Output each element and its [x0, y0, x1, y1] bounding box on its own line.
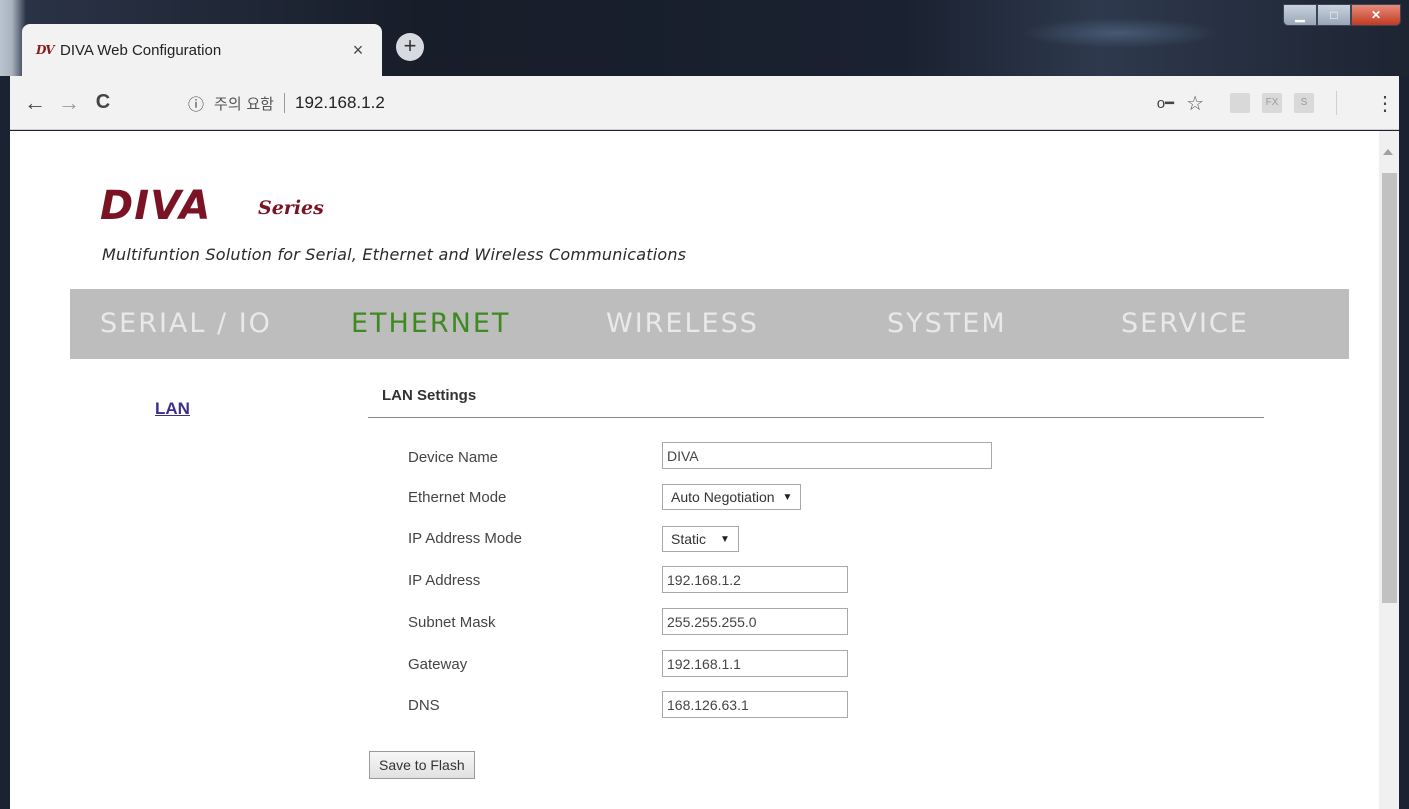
nav-wireless[interactable]: WIRELESS: [606, 308, 759, 339]
s-extension-icon[interactable]: S: [1294, 93, 1314, 113]
address-separator: [283, 93, 285, 113]
ethernet-mode-label: Ethernet Mode: [408, 489, 507, 506]
tab-favicon-icon: DV: [36, 43, 55, 57]
ethernet-mode-select[interactable]: Auto Negotiation ▼: [662, 484, 802, 510]
section-divider: [368, 417, 1264, 418]
new-tab-button[interactable]: +: [396, 33, 424, 61]
nav-service[interactable]: SERVICE: [1121, 308, 1249, 339]
pdf-extension-icon[interactable]: [1230, 93, 1250, 113]
key-icon[interactable]: o━: [1157, 94, 1174, 112]
dropdown-arrow-icon: ▼: [782, 491, 793, 503]
sidebar-link-lan[interactable]: LAN: [155, 399, 190, 419]
window-controls: ▁ □ ✕: [1283, 4, 1401, 26]
ip-address-label: IP Address: [408, 572, 481, 589]
main-nav: SERIAL / IO ETHERNET WIRELESS SYSTEM SER…: [70, 289, 1349, 359]
ethernet-mode-value: Auto Negotiation: [671, 489, 775, 505]
save-to-flash-button[interactable]: Save to Flash: [369, 751, 475, 779]
menu-dots-icon[interactable]: ⋮: [1375, 91, 1395, 116]
ip-mode-label: IP Address Mode: [408, 530, 522, 547]
diva-logo: DIVA: [100, 183, 212, 229]
gateway-input[interactable]: [662, 650, 848, 677]
dns-label: DNS: [408, 697, 440, 714]
device-name-label: Device Name: [408, 449, 499, 466]
scrollbar-thumb[interactable]: [1382, 173, 1397, 603]
nav-ethernet[interactable]: ETHERNET: [351, 308, 510, 339]
tab-title: DIVA Web Configuration: [60, 41, 222, 59]
info-icon[interactable]: ⓘ: [188, 91, 204, 115]
url-text[interactable]: 192.168.1.2: [295, 93, 385, 113]
toolbar-actions: o━ ☆ FX S ⋮: [1157, 76, 1395, 130]
titlebar-glow: [1020, 18, 1220, 48]
section-title: LAN Settings: [382, 387, 477, 404]
back-arrow-icon[interactable]: ←: [18, 90, 52, 116]
dns-input[interactable]: [662, 691, 848, 718]
ip-mode-select[interactable]: Static ▼: [662, 526, 739, 552]
minimize-button[interactable]: ▁: [1283, 4, 1317, 26]
close-window-button[interactable]: ✕: [1351, 4, 1401, 26]
tagline: Multifuntion Solution for Serial, Ethern…: [102, 245, 687, 264]
fx-extension-icon[interactable]: FX: [1262, 93, 1282, 113]
device-name-input[interactable]: [662, 442, 992, 469]
nav-serial-io[interactable]: SERIAL / IO: [100, 308, 272, 339]
vertical-scrollbar[interactable]: [1379, 131, 1399, 809]
ip-address-input[interactable]: [662, 566, 848, 593]
browser-toolbar: ← → C ⓘ 주의 요함 192.168.1.2 o━ ☆ FX S ⋮: [10, 76, 1399, 130]
scroll-up-arrow-icon[interactable]: [1383, 149, 1393, 155]
star-icon[interactable]: ☆: [1186, 91, 1204, 116]
logo-series: Series: [258, 197, 324, 219]
gateway-label: Gateway: [408, 656, 468, 673]
subnet-mask-label: Subnet Mask: [408, 614, 496, 631]
toolbar-separator: [1336, 91, 1337, 115]
reload-icon[interactable]: C: [86, 91, 120, 114]
nav-system[interactable]: SYSTEM: [887, 308, 1007, 339]
security-warning: 주의 요함: [214, 94, 274, 113]
ip-mode-value: Static: [671, 531, 707, 547]
forward-arrow-icon[interactable]: →: [52, 90, 86, 116]
page-viewport: DIVA Series Multifuntion Solution for Se…: [10, 131, 1399, 809]
browser-tab[interactable]: DV DIVA Web Configuration ×: [22, 24, 382, 76]
window-titlebar: DV DIVA Web Configuration × + ▁ □ ✕: [0, 0, 1409, 76]
address-bar[interactable]: ⓘ 주의 요함 192.168.1.2: [176, 83, 1286, 123]
tab-close-icon[interactable]: ×: [348, 40, 368, 61]
dropdown-arrow-icon: ▼: [720, 533, 730, 545]
maximize-button[interactable]: □: [1317, 4, 1351, 26]
subnet-mask-input[interactable]: [662, 608, 848, 635]
